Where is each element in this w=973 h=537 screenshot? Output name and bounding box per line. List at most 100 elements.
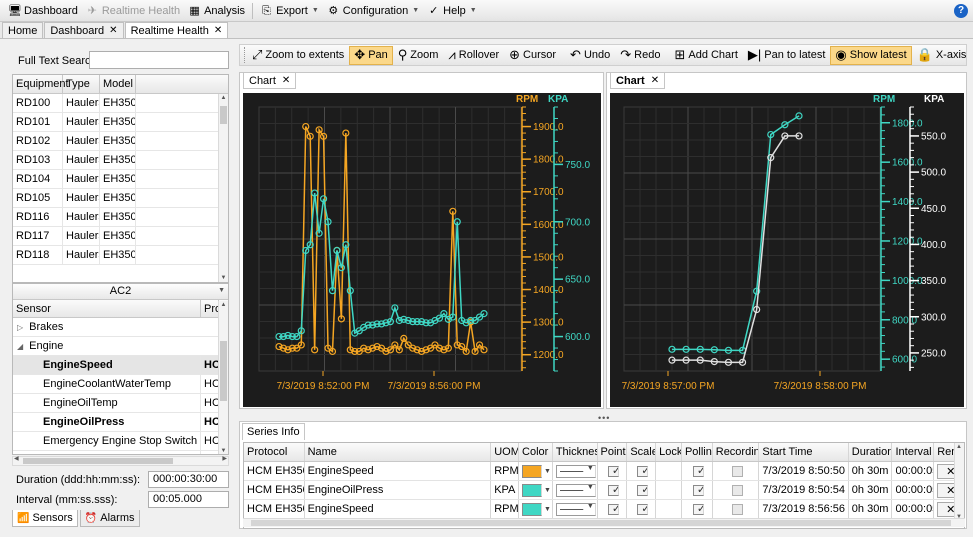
- undo-button[interactable]: ↶ Undo: [565, 46, 615, 65]
- tab-series-info[interactable]: Series Info: [242, 423, 305, 440]
- color-picker[interactable]: [522, 464, 543, 478]
- close-icon[interactable]: ✕: [651, 75, 659, 86]
- redo-button[interactable]: ↷ Redo: [615, 46, 665, 65]
- scale-checkbox[interactable]: ✓: [637, 465, 649, 477]
- list-item[interactable]: EngineOilTemp HC: [13, 394, 228, 413]
- duration-input[interactable]: 000:00:30:00: [148, 471, 229, 488]
- table-row[interactable]: RD118HaulersEH3500: [13, 246, 228, 265]
- column-header-model[interactable]: Model: [100, 75, 136, 93]
- series-grid-scrollbar[interactable]: ▲ ▼: [954, 443, 964, 521]
- close-icon[interactable]: ✕: [109, 25, 117, 36]
- polling-checkbox[interactable]: ✓: [692, 484, 704, 496]
- show-latest-button[interactable]: ◉ Show latest: [830, 45, 912, 65]
- scroll-down-icon[interactable]: ▼: [219, 448, 228, 454]
- list-item[interactable]: EngineOilPress HC: [13, 413, 228, 432]
- column-header-thickness[interactable]: Thickness: [553, 443, 598, 461]
- table-row[interactable]: HCM EH3500EngineSpeedRPM ▼ ▼ ✓ ✓ ✓ 7/3/2019 8:…: [244, 462, 964, 481]
- recording-checkbox[interactable]: [731, 465, 743, 477]
- toolbar-grip[interactable]: [244, 47, 245, 63]
- column-header-start-time[interactable]: Start Time: [759, 443, 849, 461]
- menu-realtime-health[interactable]: ✈ Realtime Health: [82, 1, 184, 21]
- full-text-search-input[interactable]: [89, 51, 229, 69]
- thickness-select[interactable]: ▼: [555, 464, 596, 478]
- x-axis-button[interactable]: 🔒 X-axis: [912, 46, 972, 65]
- list-item[interactable]: Engine Shutdown/Service IndicatorHC: [13, 451, 228, 454]
- scroll-thumb[interactable]: [220, 106, 227, 124]
- table-row[interactable]: RD100HaulersEH3500: [13, 94, 228, 113]
- points-checkbox[interactable]: ✓: [607, 465, 619, 477]
- chevron-right-icon[interactable]: ▷: [17, 323, 23, 332]
- menu-dashboard[interactable]: 🖥 Dashboard: [4, 1, 82, 21]
- scroll-down-icon[interactable]: ▼: [219, 275, 228, 281]
- table-row[interactable]: RD101HaulersEH3500: [13, 113, 228, 132]
- tree-group-row[interactable]: ◢ Engine: [13, 337, 228, 356]
- chart-tab-1[interactable]: Chart ✕: [243, 73, 297, 89]
- thickness-select[interactable]: ▼: [555, 483, 596, 497]
- table-row[interactable]: RD105HaulersEH3500: [13, 189, 228, 208]
- series-grid-hscrollbar[interactable]: [243, 518, 965, 527]
- column-header-pro[interactable]: Pro: [201, 300, 221, 317]
- column-header-polling[interactable]: Polling: [682, 443, 713, 461]
- color-picker[interactable]: [522, 502, 543, 516]
- chart-2-svg[interactable]: RPM600.0800.01000.01200.01400.01600.0180…: [610, 93, 964, 407]
- scroll-thumb[interactable]: [220, 341, 227, 401]
- column-header-recording[interactable]: Recording: [713, 443, 760, 461]
- menu-configuration[interactable]: ⚙ Configuration ▼: [323, 1, 423, 21]
- scroll-up-icon[interactable]: ▲: [219, 302, 228, 308]
- add-chart-button[interactable]: ⊞ Add Chart: [669, 46, 742, 65]
- points-checkbox[interactable]: ✓: [607, 503, 619, 515]
- group-select[interactable]: AC2 ▼: [13, 284, 228, 300]
- chart-canvas-2[interactable]: RPM 600.0 800.0 1000.0 1200.0 1400.0 1600.0 180…: [610, 93, 964, 407]
- interval-input[interactable]: 00:05.000: [148, 491, 229, 508]
- scale-checkbox[interactable]: ✓: [637, 503, 649, 515]
- chart-canvas-1[interactable]: RPM 1200.0 1300.0 1400.0 1500.0 1600.0 1700.0 1…: [243, 93, 601, 407]
- points-checkbox[interactable]: ✓: [607, 484, 619, 496]
- scroll-left-icon[interactable]: ◀: [14, 455, 19, 462]
- column-header-name[interactable]: Name: [305, 443, 492, 461]
- column-header-protocol[interactable]: Protocol: [244, 443, 305, 461]
- column-header-uom[interactable]: UOM: [491, 443, 520, 461]
- scroll-up-icon[interactable]: ▲: [219, 95, 228, 101]
- menu-export[interactable]: ⎘ Export ▼: [256, 1, 323, 21]
- column-header-scale[interactable]: Scale: [627, 443, 657, 461]
- column-header-type[interactable]: Type: [63, 75, 100, 93]
- polling-checkbox[interactable]: ✓: [692, 465, 704, 477]
- scroll-right-icon[interactable]: ▶: [222, 455, 227, 462]
- doctab-home[interactable]: Home: [2, 22, 44, 38]
- table-row[interactable]: RD103HaulersEH3500: [13, 151, 228, 170]
- close-icon[interactable]: ✕: [214, 25, 222, 36]
- color-picker[interactable]: [522, 483, 543, 497]
- chart-tab-2[interactable]: Chart ✕: [610, 73, 666, 89]
- chart-1-svg[interactable]: RPM1200.01300.01400.01500.01600.01700.01…: [243, 93, 601, 407]
- equipment-grid-scrollbar[interactable]: ▲ ▼: [218, 94, 228, 282]
- close-icon[interactable]: ✕: [282, 75, 290, 86]
- scroll-up-icon[interactable]: ▲: [956, 444, 962, 450]
- column-header-points[interactable]: Points: [598, 443, 628, 461]
- help-icon[interactable]: ?: [954, 4, 968, 18]
- list-item[interactable]: EngineCoolantWaterTemp HC: [13, 375, 228, 394]
- menu-help-menu[interactable]: ✓ Help ▼: [423, 1, 481, 21]
- chevron-down-icon[interactable]: ▼: [544, 468, 551, 475]
- chevron-down-icon[interactable]: ▼: [544, 506, 551, 513]
- pan-button[interactable]: ✥ Pan: [349, 45, 393, 65]
- scroll-thumb[interactable]: [23, 458, 173, 464]
- column-header-sensor[interactable]: Sensor: [13, 300, 201, 317]
- column-header-lock[interactable]: Lock: [656, 443, 682, 461]
- column-header-duration[interactable]: Duration: [849, 443, 893, 461]
- doctab-dashboard[interactable]: Dashboard ✕: [44, 22, 124, 38]
- tab-sensors[interactable]: 📶 Sensors: [12, 510, 78, 527]
- cursor-button[interactable]: ⊕ Cursor: [504, 46, 561, 65]
- zoom-to-extents-button[interactable]: ⤢ Zoom to extents: [247, 46, 349, 65]
- table-row[interactable]: HCM EH3500EngineOilPressKPA ▼ ▼ ✓ ✓ ✓ 7/3/2019…: [244, 481, 964, 500]
- table-row[interactable]: RD102HaulersEH3500: [13, 132, 228, 151]
- sensor-grid-hscrollbar[interactable]: ◀ ▶: [12, 456, 229, 466]
- column-header-interval[interactable]: Interval: [892, 443, 935, 461]
- zoom-button[interactable]: ⚲ Zoom: [393, 46, 444, 65]
- polling-checkbox[interactable]: ✓: [692, 503, 704, 515]
- tab-alarms[interactable]: ⏰ Alarms: [79, 510, 140, 527]
- column-header-color[interactable]: Color: [519, 443, 553, 461]
- column-header-equipment[interactable]: Equipment: [13, 75, 69, 93]
- scale-checkbox[interactable]: ✓: [637, 484, 649, 496]
- chevron-down-icon[interactable]: ◢: [17, 342, 23, 351]
- tree-group-row[interactable]: ▷ Brakes: [13, 318, 228, 337]
